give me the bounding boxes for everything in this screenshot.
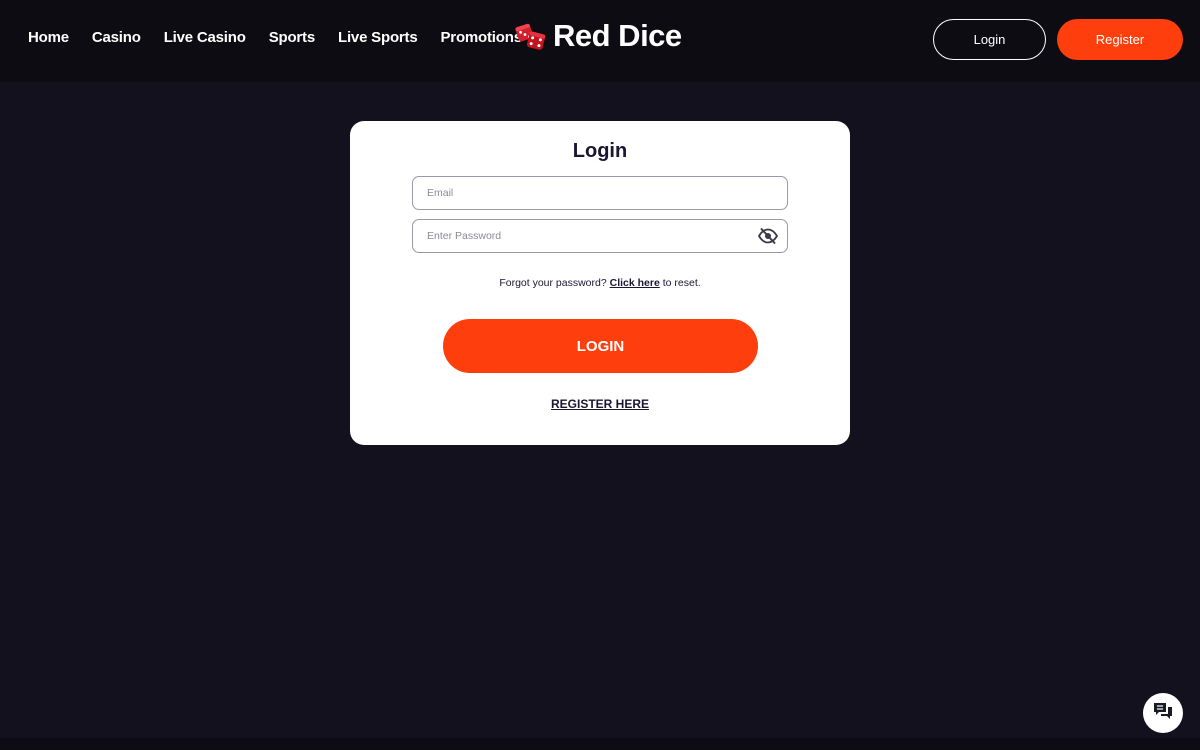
register-here-link[interactable]: REGISTER HERE — [350, 397, 850, 411]
forgot-password-text: Forgot your password? Click here to rese… — [350, 277, 850, 289]
nav-item-casino[interactable]: Casino — [92, 29, 141, 46]
eye-off-icon[interactable] — [757, 227, 779, 245]
site-logo[interactable]: Red Dice — [515, 16, 682, 56]
site-header: Home Casino Live Casino Sports Live Spor… — [0, 0, 1200, 82]
header-register-button[interactable]: Register — [1057, 19, 1183, 60]
forgot-prefix: Forgot your password? — [499, 277, 607, 289]
chat-bubbles-icon — [1152, 701, 1174, 726]
chat-button[interactable] — [1143, 693, 1183, 733]
nav-item-live-sports[interactable]: Live Sports — [338, 29, 418, 46]
main-nav: Home Casino Live Casino Sports Live Spor… — [28, 29, 545, 46]
forgot-suffix: to reset. — [662, 277, 701, 289]
nav-item-home[interactable]: Home — [28, 29, 69, 46]
footer-strip — [0, 738, 1200, 750]
login-title: Login — [572, 140, 628, 162]
password-field-container — [412, 219, 788, 253]
header-login-button[interactable]: Login — [933, 19, 1046, 60]
login-card: Login Forgot your password? Click here t… — [350, 121, 850, 445]
login-submit-button[interactable]: LOGIN — [443, 319, 758, 373]
email-input[interactable] — [413, 177, 787, 209]
nav-item-promotions[interactable]: Promotions — [441, 29, 523, 46]
nav-item-sports[interactable]: Sports — [269, 29, 316, 46]
logo-text: Red Dice — [553, 18, 682, 53]
nav-item-live-casino[interactable]: Live Casino — [164, 29, 246, 46]
dice-icon — [515, 19, 549, 53]
password-input[interactable] — [413, 220, 787, 252]
forgot-password-link[interactable]: Click here — [610, 277, 660, 289]
email-field-container — [412, 176, 788, 210]
